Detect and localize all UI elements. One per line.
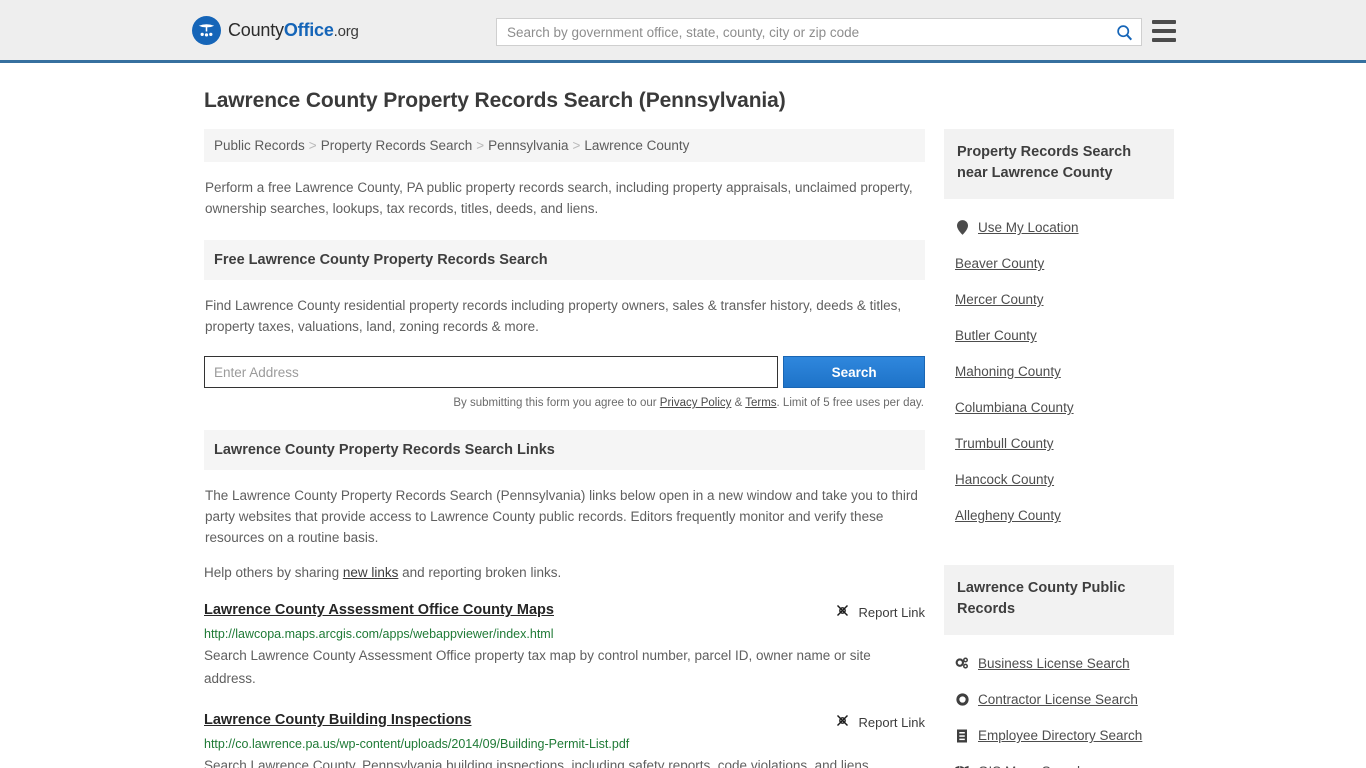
sidebar-link-label[interactable]: Hancock County [955,472,1054,487]
sidebar-item-butler-county[interactable]: Butler County [944,328,1174,343]
sidebar-link-label[interactable]: Employee Directory Search [978,728,1142,743]
report-link-label: Report Link [858,714,925,730]
report-link-button[interactable]: Report Link [835,602,925,621]
link-result-url: http://lawcopa.maps.arcgis.com/apps/weba… [204,627,554,641]
sidebar-link-label[interactable]: Columbiana County [955,400,1074,415]
logo-office-text: Office [283,19,334,40]
sidebar-link-label[interactable]: GIS Maps Search [978,764,1085,768]
link-result-header: Lawrence County Assessment Office County… [204,602,925,621]
sidebar-item-use-my-location[interactable]: Use My Location [944,220,1174,235]
sidebar-item-columbiana-county[interactable]: Columbiana County [944,400,1174,415]
sidebar-link-label[interactable]: Contractor License Search [978,692,1138,707]
sidebar-link-label[interactable]: Trumbull County [955,436,1054,451]
terms-link[interactable]: Terms [745,397,776,409]
logo-wordmark: CountyOffice.org [228,20,359,41]
sidebar-item-employee-directory-search[interactable]: Employee Directory Search [944,728,1174,743]
sidebar-item-contractor-license-search[interactable]: Contractor License Search [944,692,1174,707]
hamburger-bar [1152,38,1176,42]
report-link-label: Report Link [858,604,925,620]
breadcrumb: Public Records > Property Records Search > P… [204,129,925,162]
global-search-bar [496,18,1142,46]
content-area: Public Records > Property Records Search > P… [204,129,1174,768]
address-book-icon [955,729,969,743]
sidebar-link-label[interactable]: Beaver County [955,256,1044,271]
logo-county-text: County [228,19,284,40]
sidebar-near-heading: Property Records Search near Lawrence Co… [944,129,1174,199]
report-link-button[interactable]: Report Link [835,712,925,731]
share-links-helper: Help others by sharing new links and rep… [204,565,925,580]
sidebar-link-label[interactable]: Use My Location [978,220,1079,235]
cog-icon [955,693,969,706]
form-legal-text: By submitting this form you agree to our… [204,397,925,409]
unlink-icon [835,603,850,621]
page-container: Lawrence County Property Records Search … [0,89,1366,768]
search-button[interactable]: Search [783,356,925,388]
hamburger-bar [1152,29,1176,33]
breadcrumb-separator: > [476,138,485,153]
address-input[interactable] [204,356,779,388]
link-result-header: Lawrence County Building Inspections Rep… [204,712,925,731]
sidebar-item-beaver-county[interactable]: Beaver County [944,256,1174,271]
unlink-icon [835,713,850,731]
links-section-description: The Lawrence County Property Records Sea… [205,488,918,545]
link-result-url: http://co.lawrence.pa.us/wp-content/uplo… [204,737,630,751]
sidebar-item-hancock-county[interactable]: Hancock County [944,472,1174,487]
eagle-shield-logo-icon [192,15,221,45]
links-section-heading: Lawrence County Property Records Search … [204,430,925,470]
helper-prefix: Help others by sharing [204,565,343,580]
search-icon[interactable] [1107,19,1141,45]
sidebar-link-label[interactable]: Mahoning County [955,364,1061,379]
page-title: Lawrence County Property Records Search … [204,89,786,112]
breadcrumb-item-lawrence-county[interactable]: Lawrence County [584,138,689,153]
privacy-policy-link[interactable]: Privacy Policy [660,397,732,409]
legal-suffix: . Limit of 5 free uses per day. [776,397,924,409]
site-logo[interactable]: CountyOffice.org [192,15,359,45]
page-intro-text: Perform a free Lawrence County, PA publi… [205,180,913,216]
link-result-title[interactable]: Lawrence County Building Inspections [204,712,471,728]
free-search-heading: Free Lawrence County Property Records Se… [204,240,925,280]
sidebar-link-label[interactable]: Butler County [955,328,1037,343]
link-result-title[interactable]: Lawrence County Assessment Office County… [204,602,554,618]
breadcrumb-item-public-records[interactable]: Public Records [214,138,305,153]
sidebar-item-mahoning-county[interactable]: Mahoning County [944,364,1174,379]
breadcrumb-item-pennsylvania[interactable]: Pennsylvania [488,138,568,153]
link-result-item: Lawrence County Building Inspections Rep… [204,712,925,768]
sidebar-link-label[interactable]: Mercer County [955,292,1044,307]
sidebar: Property Records Search near Lawrence Co… [944,129,1174,768]
breadcrumb-separator: > [572,138,581,153]
cogs-icon [955,657,969,670]
breadcrumb-separator: > [308,138,317,153]
site-header: CountyOffice.org [0,0,1366,63]
breadcrumb-item-property-records-search[interactable]: Property Records Search [321,138,473,153]
hamburger-menu-icon[interactable] [1152,20,1176,42]
legal-prefix: By submitting this form you agree to our [453,397,660,409]
logo-org-text: .org [333,22,359,40]
free-search-description: Find Lawrence County residential propert… [205,298,902,334]
sidebar-item-business-license-search[interactable]: Business License Search [944,656,1174,671]
link-result-description: Search Lawrence County, Pennsylvania bui… [204,758,873,768]
sidebar-link-label[interactable]: Business License Search [978,656,1130,671]
link-result-description: Search Lawrence County Assessment Office… [204,648,871,686]
sidebar-item-trumbull-county[interactable]: Trumbull County [944,436,1174,451]
main-column: Public Records > Property Records Search > P… [204,129,925,768]
sidebar-item-mercer-county[interactable]: Mercer County [944,292,1174,307]
sidebar-item-gis-maps-search[interactable]: GIS Maps Search [944,764,1174,768]
helper-suffix: and reporting broken links. [398,565,562,580]
new-links-link[interactable]: new links [343,565,399,580]
global-search-input[interactable] [497,19,1107,45]
link-result-item: Lawrence County Assessment Office County… [204,602,925,690]
address-search-form: Search [204,356,925,388]
hamburger-bar [1152,20,1176,24]
sidebar-link-label[interactable]: Allegheny County [955,508,1061,523]
sidebar-item-allegheny-county[interactable]: Allegheny County [944,508,1174,523]
legal-amp: & [731,397,746,409]
sidebar-public-records-heading: Lawrence County Public Records [944,565,1174,635]
map-pin-icon [955,220,969,235]
